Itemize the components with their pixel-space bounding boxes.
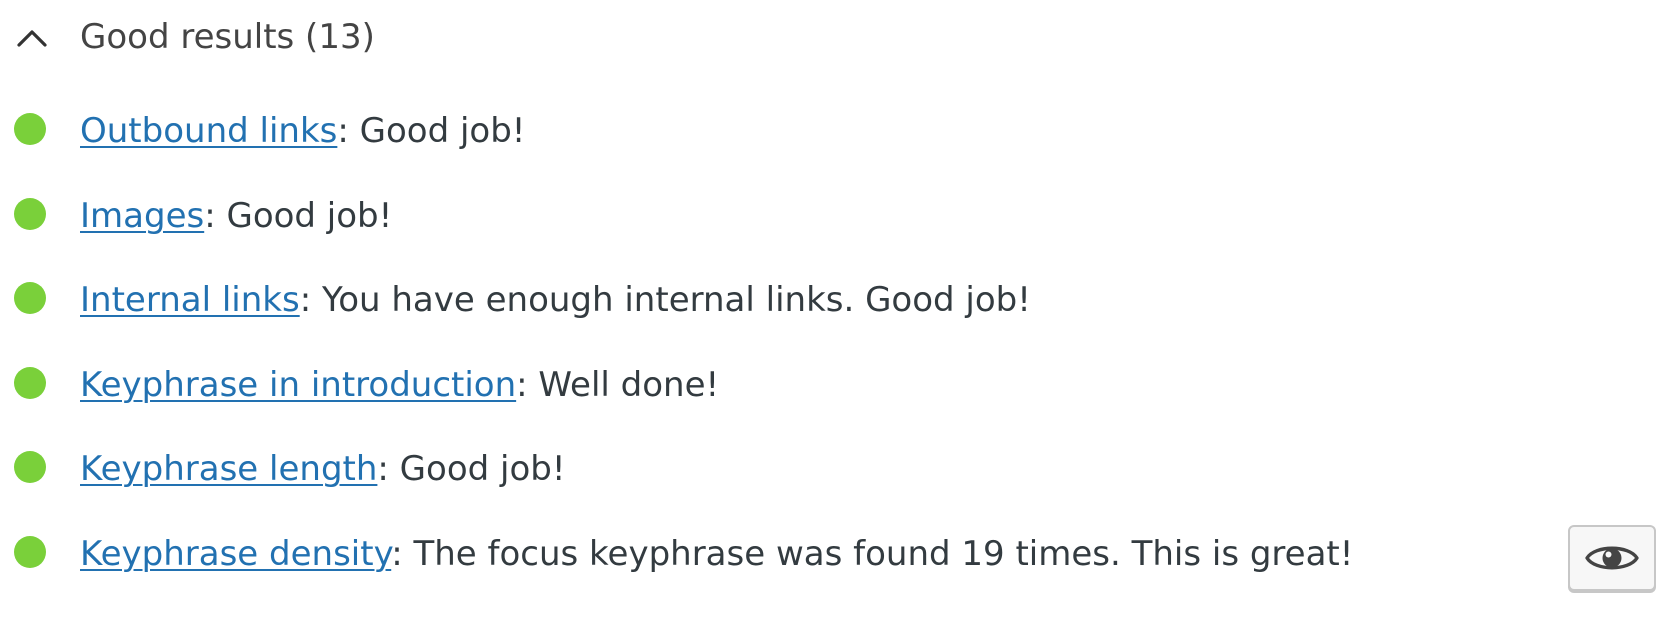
result-message: : You have enough internal links. Good j… [299,280,1031,320]
result-item: Outbound links: Good job! [0,95,1674,180]
status-dot-icon [14,197,46,230]
result-message: : Good job! [377,449,566,489]
result-link-internal-links[interactable]: Internal links [80,280,300,320]
status-dot-icon [14,282,46,314]
result-link-keyphrase-length[interactable]: Keyphrase length [80,449,377,489]
result-link-keyphrase-in-introduction[interactable]: Keyphrase in introduction [80,365,516,405]
result-item: Images: Good job! [0,180,1674,265]
result-text: Outbound links: Good job! [80,108,525,154]
result-item: Internal links: You have enough internal… [0,264,1674,349]
section-title: Good results (13) [80,17,375,57]
result-item: Keyphrase length: Good job! [0,433,1674,518]
result-message: : Well done! [516,364,720,405]
result-message: : The focus keyphrase was found 19 times… [391,533,1354,574]
result-item: Keyphrase in introduction: Well done! [0,349,1674,434]
result-link-images[interactable]: Images [80,196,204,236]
result-text: Keyphrase in introduction: Well done! [80,362,719,408]
chevron-up-icon [17,30,47,47]
result-item: Keyphrase density: The focus keyphrase w… [0,518,1674,603]
good-results-toggle[interactable]: Good results (13) [0,0,1674,78]
result-text: Keyphrase length: Good job! [80,446,565,492]
status-dot-icon [14,535,46,568]
highlight-toggle-button[interactable] [1568,525,1656,591]
result-link-outbound-links[interactable]: Outbound links [80,111,337,151]
status-dot-icon [14,451,46,483]
result-link-keyphrase-density[interactable]: Keyphrase density [80,534,391,574]
result-text: Keyphrase density: The focus keyphrase w… [80,531,1353,577]
result-message: : Good job! [204,195,393,236]
status-dot-icon [14,366,46,399]
results-list: Outbound links: Good job! Images: Good j… [0,95,1674,602]
eye-icon [1585,546,1639,570]
status-dot-icon [14,113,46,145]
result-message: : Good job! [337,111,526,151]
result-text: Internal links: You have enough internal… [80,277,1031,323]
result-text: Images: Good job! [80,193,392,239]
